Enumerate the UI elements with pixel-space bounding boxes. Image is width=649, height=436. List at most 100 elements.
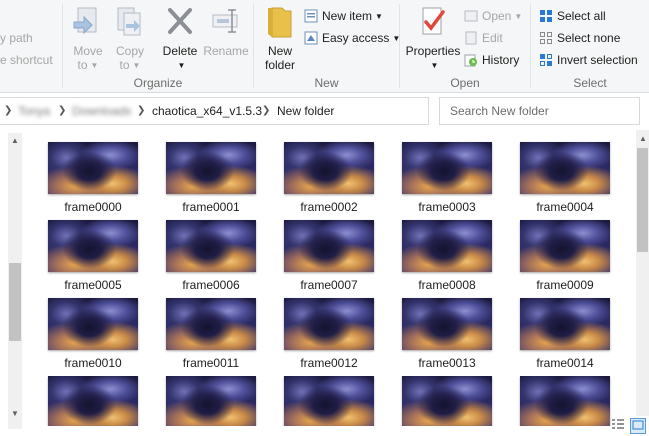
image-thumbnail (520, 298, 610, 350)
file-name: frame0004 (536, 200, 594, 214)
image-thumbnail (166, 298, 256, 350)
details-view-icon[interactable] (611, 418, 625, 432)
open-icon (464, 9, 478, 23)
image-thumbnail (284, 298, 374, 350)
file-item[interactable]: frame0007 (279, 220, 379, 292)
file-name: frame0006 (182, 278, 240, 292)
image-thumbnail (402, 376, 492, 426)
open-group-label: Open (450, 76, 480, 90)
file-name: frame0005 (64, 278, 122, 292)
chevron-down-icon: ▼ (514, 12, 523, 21)
file-name: frame0009 (536, 278, 594, 292)
file-item[interactable]: frame0006 (161, 220, 261, 292)
breadcrumb-downloads[interactable]: Downloads (72, 98, 131, 124)
file-item[interactable] (397, 376, 497, 426)
file-name: frame0011 (182, 356, 240, 370)
file-item[interactable]: frame0013 (397, 298, 497, 370)
scroll-up-icon[interactable]: ▲ (636, 134, 649, 143)
easy-access-button[interactable]: Easy access ▼ (304, 28, 400, 48)
file-grid: frame0000 frame0001 frame0002 frame0003 … (26, 130, 634, 432)
ribbon: y path e shortcut Move to ▼ Copy to ▼ De… (0, 0, 649, 93)
select-all-label: Select all (557, 9, 606, 23)
image-thumbnail (166, 220, 256, 272)
chevron-down-icon: ▼ (90, 61, 99, 70)
file-item[interactable] (161, 376, 261, 426)
breadcrumb-chaotica[interactable]: chaotica_x64_v1.5.3 (152, 98, 262, 124)
image-thumbnail (520, 142, 610, 194)
delete-button[interactable]: Delete ▼ (159, 4, 201, 73)
file-item[interactable]: frame0014 (515, 298, 615, 370)
new-item-button[interactable]: New item ▼ (304, 6, 383, 26)
open-button[interactable]: Open ▼ (464, 6, 522, 26)
history-button[interactable]: History (464, 50, 519, 70)
file-item[interactable] (279, 376, 379, 426)
file-item[interactable]: frame0010 (43, 298, 143, 370)
breadcrumb-new-folder[interactable]: New folder (277, 98, 334, 124)
properties-button[interactable]: Properties ▼ (404, 4, 462, 73)
file-name: frame0013 (418, 356, 476, 370)
copy-to-label: Copy (115, 44, 144, 58)
file-item[interactable]: frame0002 (279, 142, 379, 214)
image-thumbnail (284, 220, 374, 272)
file-item[interactable]: frame0004 (515, 142, 615, 214)
file-item[interactable]: frame0011 (161, 298, 261, 370)
file-name: frame0010 (64, 356, 122, 370)
content-scroll-thumb[interactable] (637, 148, 648, 252)
chevron-right-icon: ❯ (262, 105, 271, 116)
new-folder-button[interactable]: New folder (260, 4, 300, 72)
edit-label: Edit (482, 31, 503, 45)
search-input[interactable] (448, 98, 612, 124)
breadcrumb-user[interactable]: Tonya (18, 98, 50, 124)
file-item[interactable]: frame0000 (43, 142, 143, 214)
edit-button[interactable]: Edit (464, 28, 503, 48)
scroll-down-icon[interactable]: ▼ (8, 409, 22, 418)
invert-selection-button[interactable]: Invert selection (539, 50, 638, 70)
paste-shortcut-button[interactable]: e shortcut (0, 50, 53, 70)
chevron-down-icon: ▼ (430, 61, 439, 70)
easy-access-label: Easy access (322, 31, 390, 45)
delete-icon (162, 4, 198, 40)
image-thumbnail (520, 220, 610, 272)
file-name: frame0001 (182, 200, 240, 214)
image-thumbnail (520, 376, 610, 426)
organize-group: Move to ▼ Copy to ▼ Delete ▼ Rename Orga… (63, 0, 253, 92)
image-thumbnail (48, 142, 138, 194)
move-to-icon (70, 4, 106, 40)
file-item[interactable]: frame0001 (161, 142, 261, 214)
copy-to-button[interactable]: Copy to ▼ (111, 4, 149, 73)
file-item[interactable]: frame0009 (515, 220, 615, 292)
select-none-label: Select none (557, 31, 621, 45)
new-folder-label: New (267, 44, 292, 58)
file-item[interactable]: frame0008 (397, 220, 497, 292)
image-thumbnail (284, 142, 374, 194)
properties-label: Properties (405, 44, 461, 58)
image-thumbnail (284, 376, 374, 426)
move-to-button[interactable]: Move to ▼ (69, 4, 107, 73)
invert-selection-icon (539, 53, 553, 67)
scroll-up-icon[interactable]: ▲ (8, 136, 22, 145)
history-icon (464, 53, 478, 67)
copy-path-button[interactable]: y path (0, 28, 33, 48)
open-group: Properties ▼ Open ▼ Edit History Open (400, 0, 530, 92)
image-thumbnail (166, 376, 256, 426)
address-bar[interactable]: ❯ Tonya ❯ Downloads ❯ chaotica_x64_v1.5.… (0, 97, 429, 125)
select-none-icon (539, 31, 553, 45)
new-item-label: New item (322, 9, 373, 23)
file-item[interactable]: frame0003 (397, 142, 497, 214)
new-folder-sublabel: folder (264, 58, 296, 72)
file-item[interactable]: frame0012 (279, 298, 379, 370)
file-item[interactable] (43, 376, 143, 426)
rename-label: Rename (203, 44, 249, 58)
navigation-scroll-thumb[interactable] (9, 263, 21, 341)
chevron-right-icon: ❯ (58, 105, 67, 116)
select-none-button[interactable]: Select none (539, 28, 620, 48)
copy-to-sublabel: to (119, 58, 130, 72)
file-name: frame0007 (300, 278, 358, 292)
chevron-right-icon: ❯ (137, 105, 146, 116)
easy-access-icon (304, 31, 318, 45)
search-box[interactable] (439, 97, 640, 125)
rename-button[interactable]: Rename (203, 4, 249, 58)
select-all-button[interactable]: Select all (539, 6, 606, 26)
file-item[interactable]: frame0005 (43, 220, 143, 292)
file-item[interactable] (515, 376, 615, 426)
